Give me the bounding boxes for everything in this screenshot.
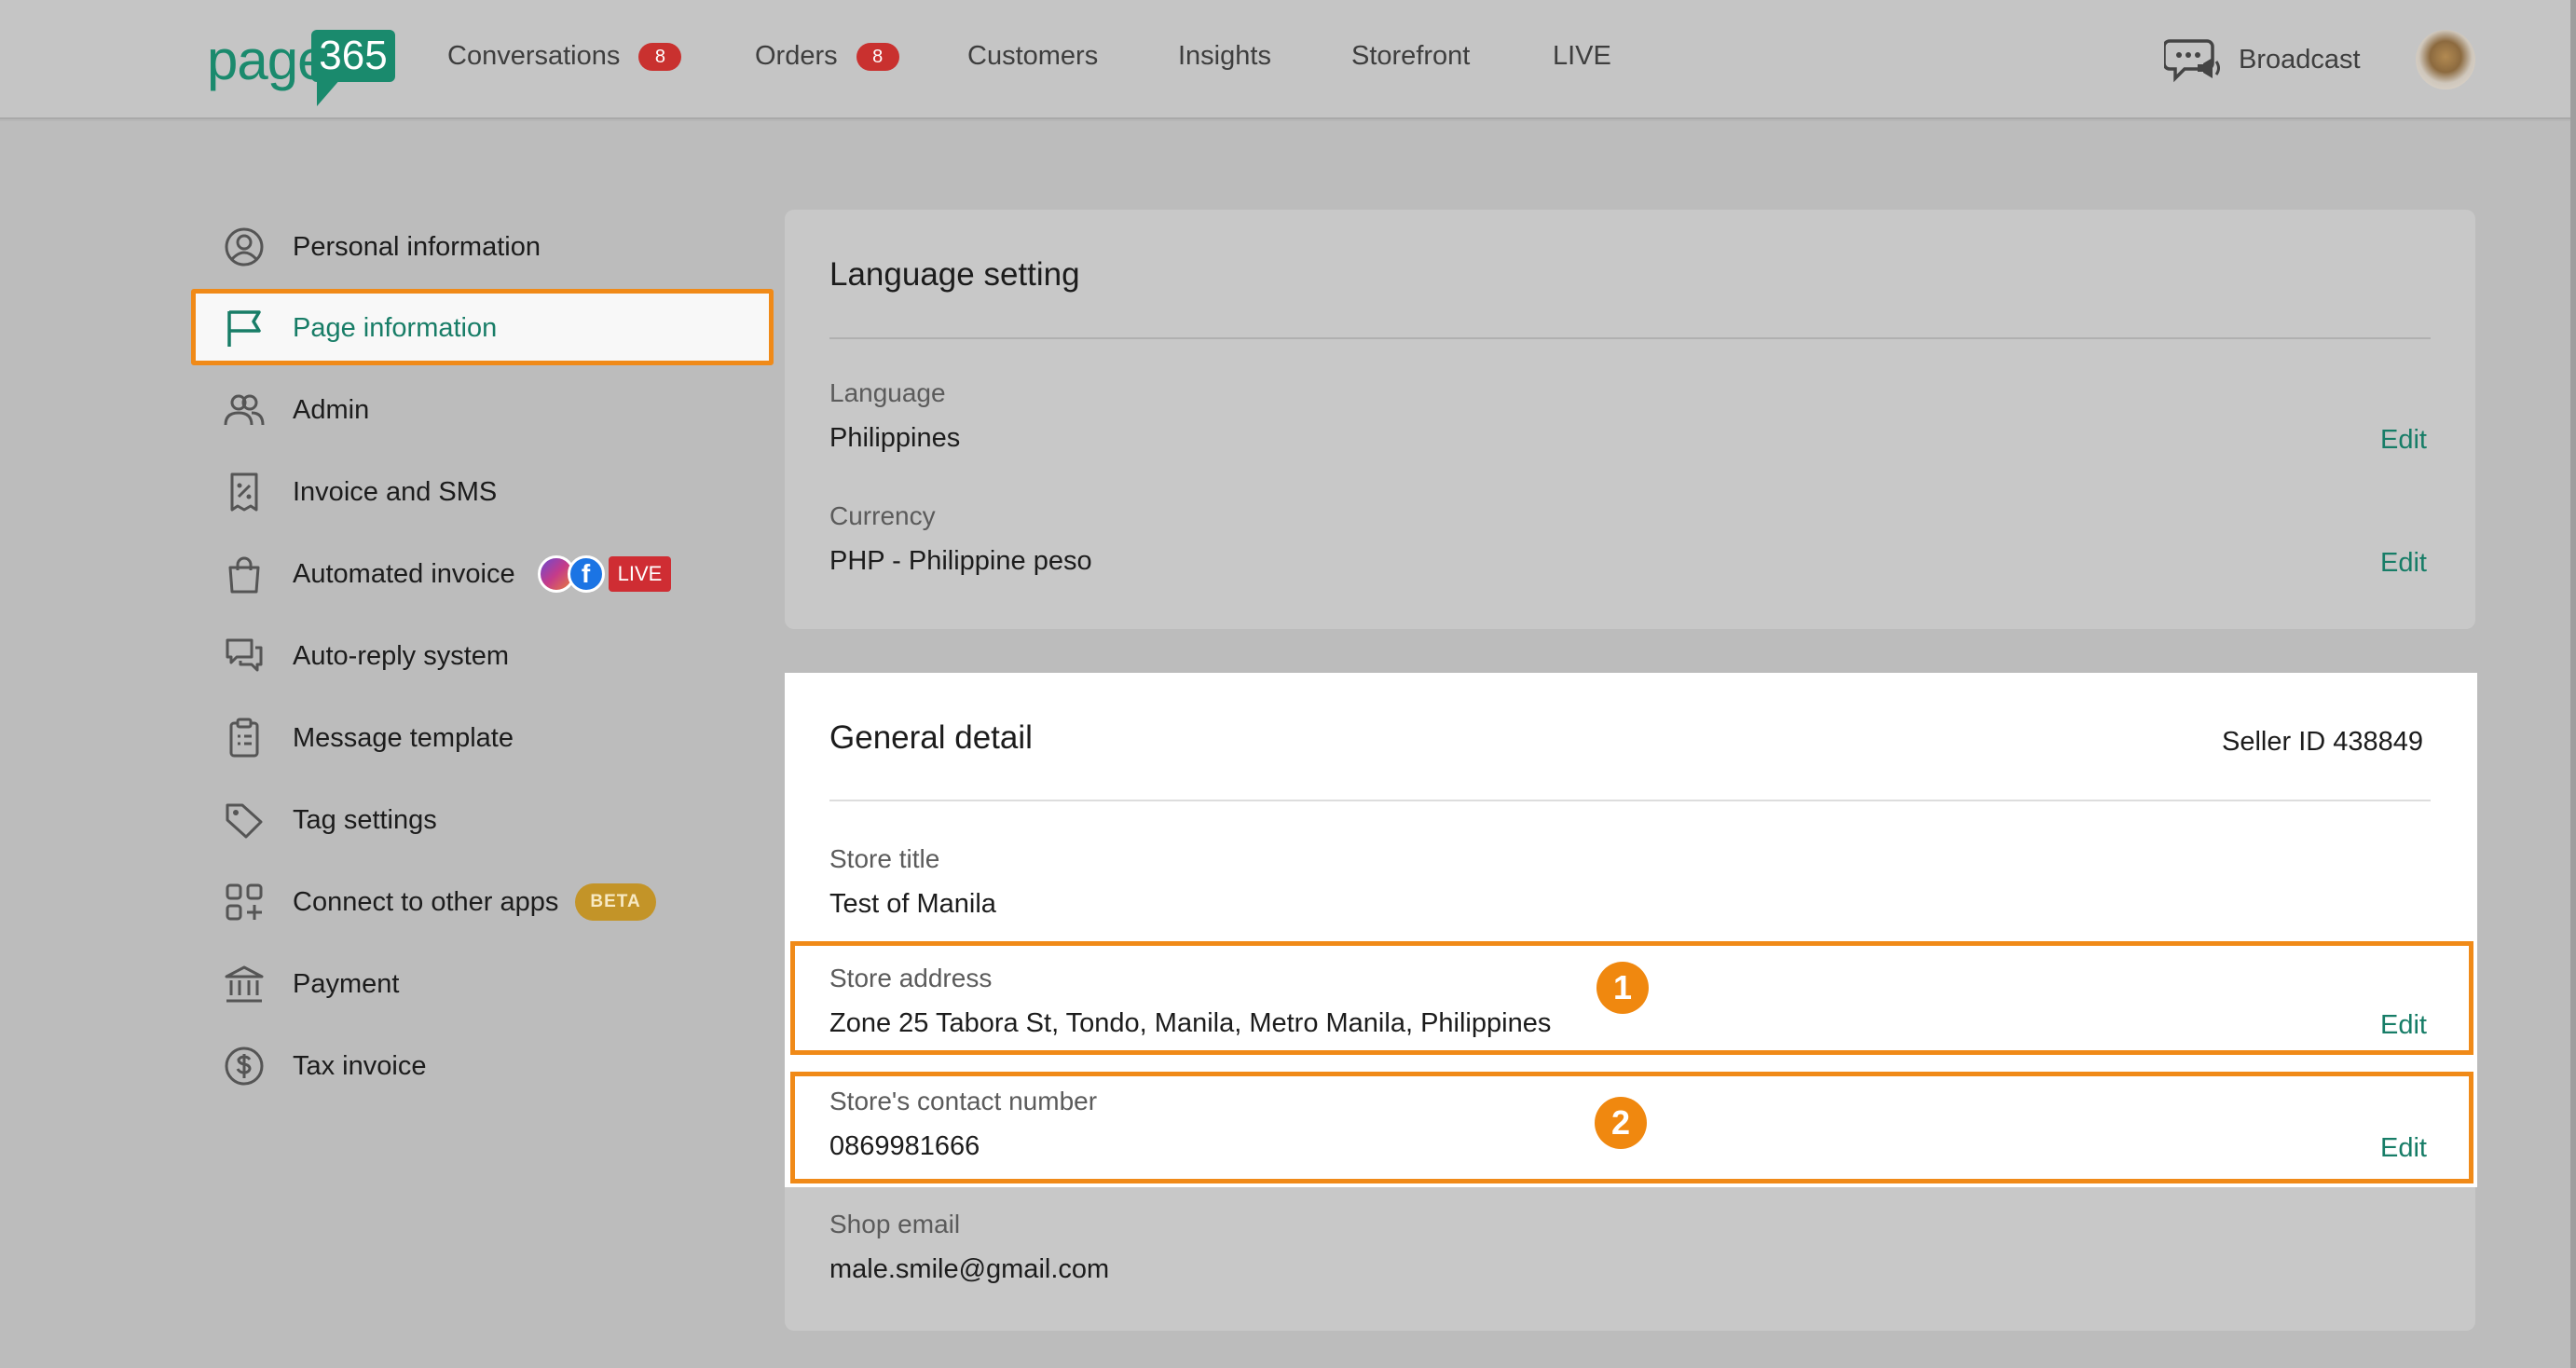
nav-insights-label: Insights bbox=[1178, 41, 1271, 71]
nav-live[interactable]: LIVE bbox=[1553, 41, 1611, 72]
user-circle-icon bbox=[225, 227, 264, 267]
sidebar-item-admin[interactable]: Admin bbox=[224, 382, 369, 438]
app-frame: page 365 Conversations 8 Orders 8 Custom… bbox=[0, 0, 2576, 1368]
broadcast-label: Broadcast bbox=[2239, 44, 2361, 75]
nav-live-label: LIVE bbox=[1553, 41, 1611, 71]
store-title-value: Test of Manila bbox=[829, 889, 996, 919]
language-divider bbox=[829, 337, 2431, 339]
contact-number-edit-button[interactable]: Edit bbox=[2380, 1133, 2427, 1164]
nav-insights[interactable]: Insights bbox=[1178, 41, 1271, 72]
language-edit-button[interactable]: Edit bbox=[2380, 425, 2427, 456]
sidebar-item-label: Admin bbox=[293, 394, 370, 425]
contact-number-value: 0869981666 bbox=[829, 1131, 980, 1161]
store-address-edit-button[interactable]: Edit bbox=[2380, 1010, 2427, 1041]
beta-badge: BETA bbox=[575, 883, 656, 921]
sidebar-item-automated-invoice[interactable]: Automated invoice f LIVE bbox=[224, 546, 672, 602]
flag-icon bbox=[227, 310, 261, 347]
sidebar-item-invoice-sms[interactable]: Invoice and SMS bbox=[224, 464, 497, 520]
sidebar-item-label: Payment bbox=[293, 968, 400, 999]
sidebar-item-connect-apps[interactable]: Connect to other apps BETA bbox=[224, 874, 656, 930]
callout-number-1: 1 bbox=[1596, 962, 1649, 1014]
conversations-badge: 8 bbox=[638, 42, 682, 71]
receipt-percent-icon bbox=[230, 472, 258, 512]
facebook-icon: f bbox=[567, 555, 605, 593]
sidebar-item-page-information[interactable]: Page information bbox=[224, 300, 497, 356]
nav-orders-label: Orders bbox=[755, 41, 838, 71]
page365-logo[interactable]: page 365 bbox=[207, 28, 403, 108]
nav-storefront[interactable]: Storefront bbox=[1351, 41, 1470, 72]
general-detail-title: General detail bbox=[829, 719, 1033, 756]
sidebar-item-payment[interactable]: Payment bbox=[224, 956, 399, 1012]
sidebar-item-label: Invoice and SMS bbox=[293, 476, 498, 507]
orders-badge: 8 bbox=[856, 42, 899, 71]
sidebar-item-tag-settings[interactable]: Tag settings bbox=[224, 792, 437, 848]
shop-email-value: male.smile@gmail.com bbox=[829, 1254, 1110, 1284]
window-edge bbox=[2570, 0, 2576, 1368]
live-badge: LIVE bbox=[608, 556, 672, 592]
shopping-bag-icon bbox=[228, 556, 260, 594]
sidebar-item-tax-invoice[interactable]: Tax invoice bbox=[224, 1038, 426, 1094]
store-address-value: Zone 25 Tabora St, Tondo, Manila, Metro … bbox=[829, 1008, 1552, 1038]
logo-text: page bbox=[207, 29, 328, 91]
broadcast-button[interactable]: Broadcast bbox=[2164, 34, 2361, 86]
sidebar-item-auto-reply[interactable]: Auto-reply system bbox=[224, 628, 509, 684]
clipboard-icon bbox=[229, 718, 259, 758]
sidebar-item-label: Personal information bbox=[293, 231, 541, 262]
sidebar-item-label: Tag settings bbox=[293, 804, 437, 835]
nav-conversations[interactable]: Conversations 8 bbox=[447, 41, 682, 72]
logo-bubble-tail bbox=[317, 78, 341, 106]
apps-grid-icon bbox=[226, 883, 263, 921]
currency-value: PHP - Philippine peso bbox=[829, 546, 1092, 576]
nav-orders[interactable]: Orders 8 bbox=[755, 41, 899, 72]
nav-conversations-label: Conversations bbox=[447, 41, 621, 71]
currency-label: Currency bbox=[829, 501, 936, 530]
contact-number-label: Store's contact number bbox=[829, 1087, 1098, 1115]
sidebar-item-label: Page information bbox=[293, 312, 498, 343]
dollar-circle-icon bbox=[225, 1047, 264, 1086]
sidebar-item-message-template[interactable]: Message template bbox=[224, 710, 514, 766]
nav-customers-label: Customers bbox=[967, 41, 1099, 71]
shop-email-label: Shop email bbox=[829, 1210, 961, 1238]
tag-icon bbox=[226, 803, 263, 839]
language-value: Philippines bbox=[829, 423, 961, 453]
logo-box: 365 bbox=[311, 30, 395, 82]
users-icon bbox=[224, 394, 265, 426]
nav-storefront-label: Storefront bbox=[1351, 41, 1471, 71]
store-title-label: Store title bbox=[829, 844, 940, 873]
seller-id: Seller ID 438849 bbox=[2222, 727, 2424, 757]
callout-number-2: 2 bbox=[1595, 1097, 1647, 1149]
sidebar-item-label: Automated invoice bbox=[293, 558, 515, 589]
broadcast-icon bbox=[2164, 39, 2220, 83]
language-setting-title: Language setting bbox=[829, 256, 1080, 293]
social-live-badges: f LIVE bbox=[537, 555, 672, 593]
bank-icon bbox=[225, 965, 264, 1003]
sidebar-item-label: Message template bbox=[293, 722, 514, 753]
sidebar-item-label: Auto-reply system bbox=[293, 640, 510, 671]
store-address-label: Store address bbox=[829, 964, 993, 992]
language-label: Language bbox=[829, 378, 946, 407]
nav-customers[interactable]: Customers bbox=[967, 41, 1098, 72]
sidebar-item-label: Connect to other apps bbox=[293, 886, 559, 917]
avatar[interactable] bbox=[2416, 30, 2475, 89]
chat-bubbles-icon bbox=[226, 638, 263, 672]
sidebar-item-personal-information[interactable]: Personal information bbox=[224, 219, 541, 275]
currency-edit-button[interactable]: Edit bbox=[2380, 548, 2427, 579]
sidebar-item-label: Tax invoice bbox=[293, 1050, 427, 1081]
general-divider bbox=[829, 800, 2431, 801]
